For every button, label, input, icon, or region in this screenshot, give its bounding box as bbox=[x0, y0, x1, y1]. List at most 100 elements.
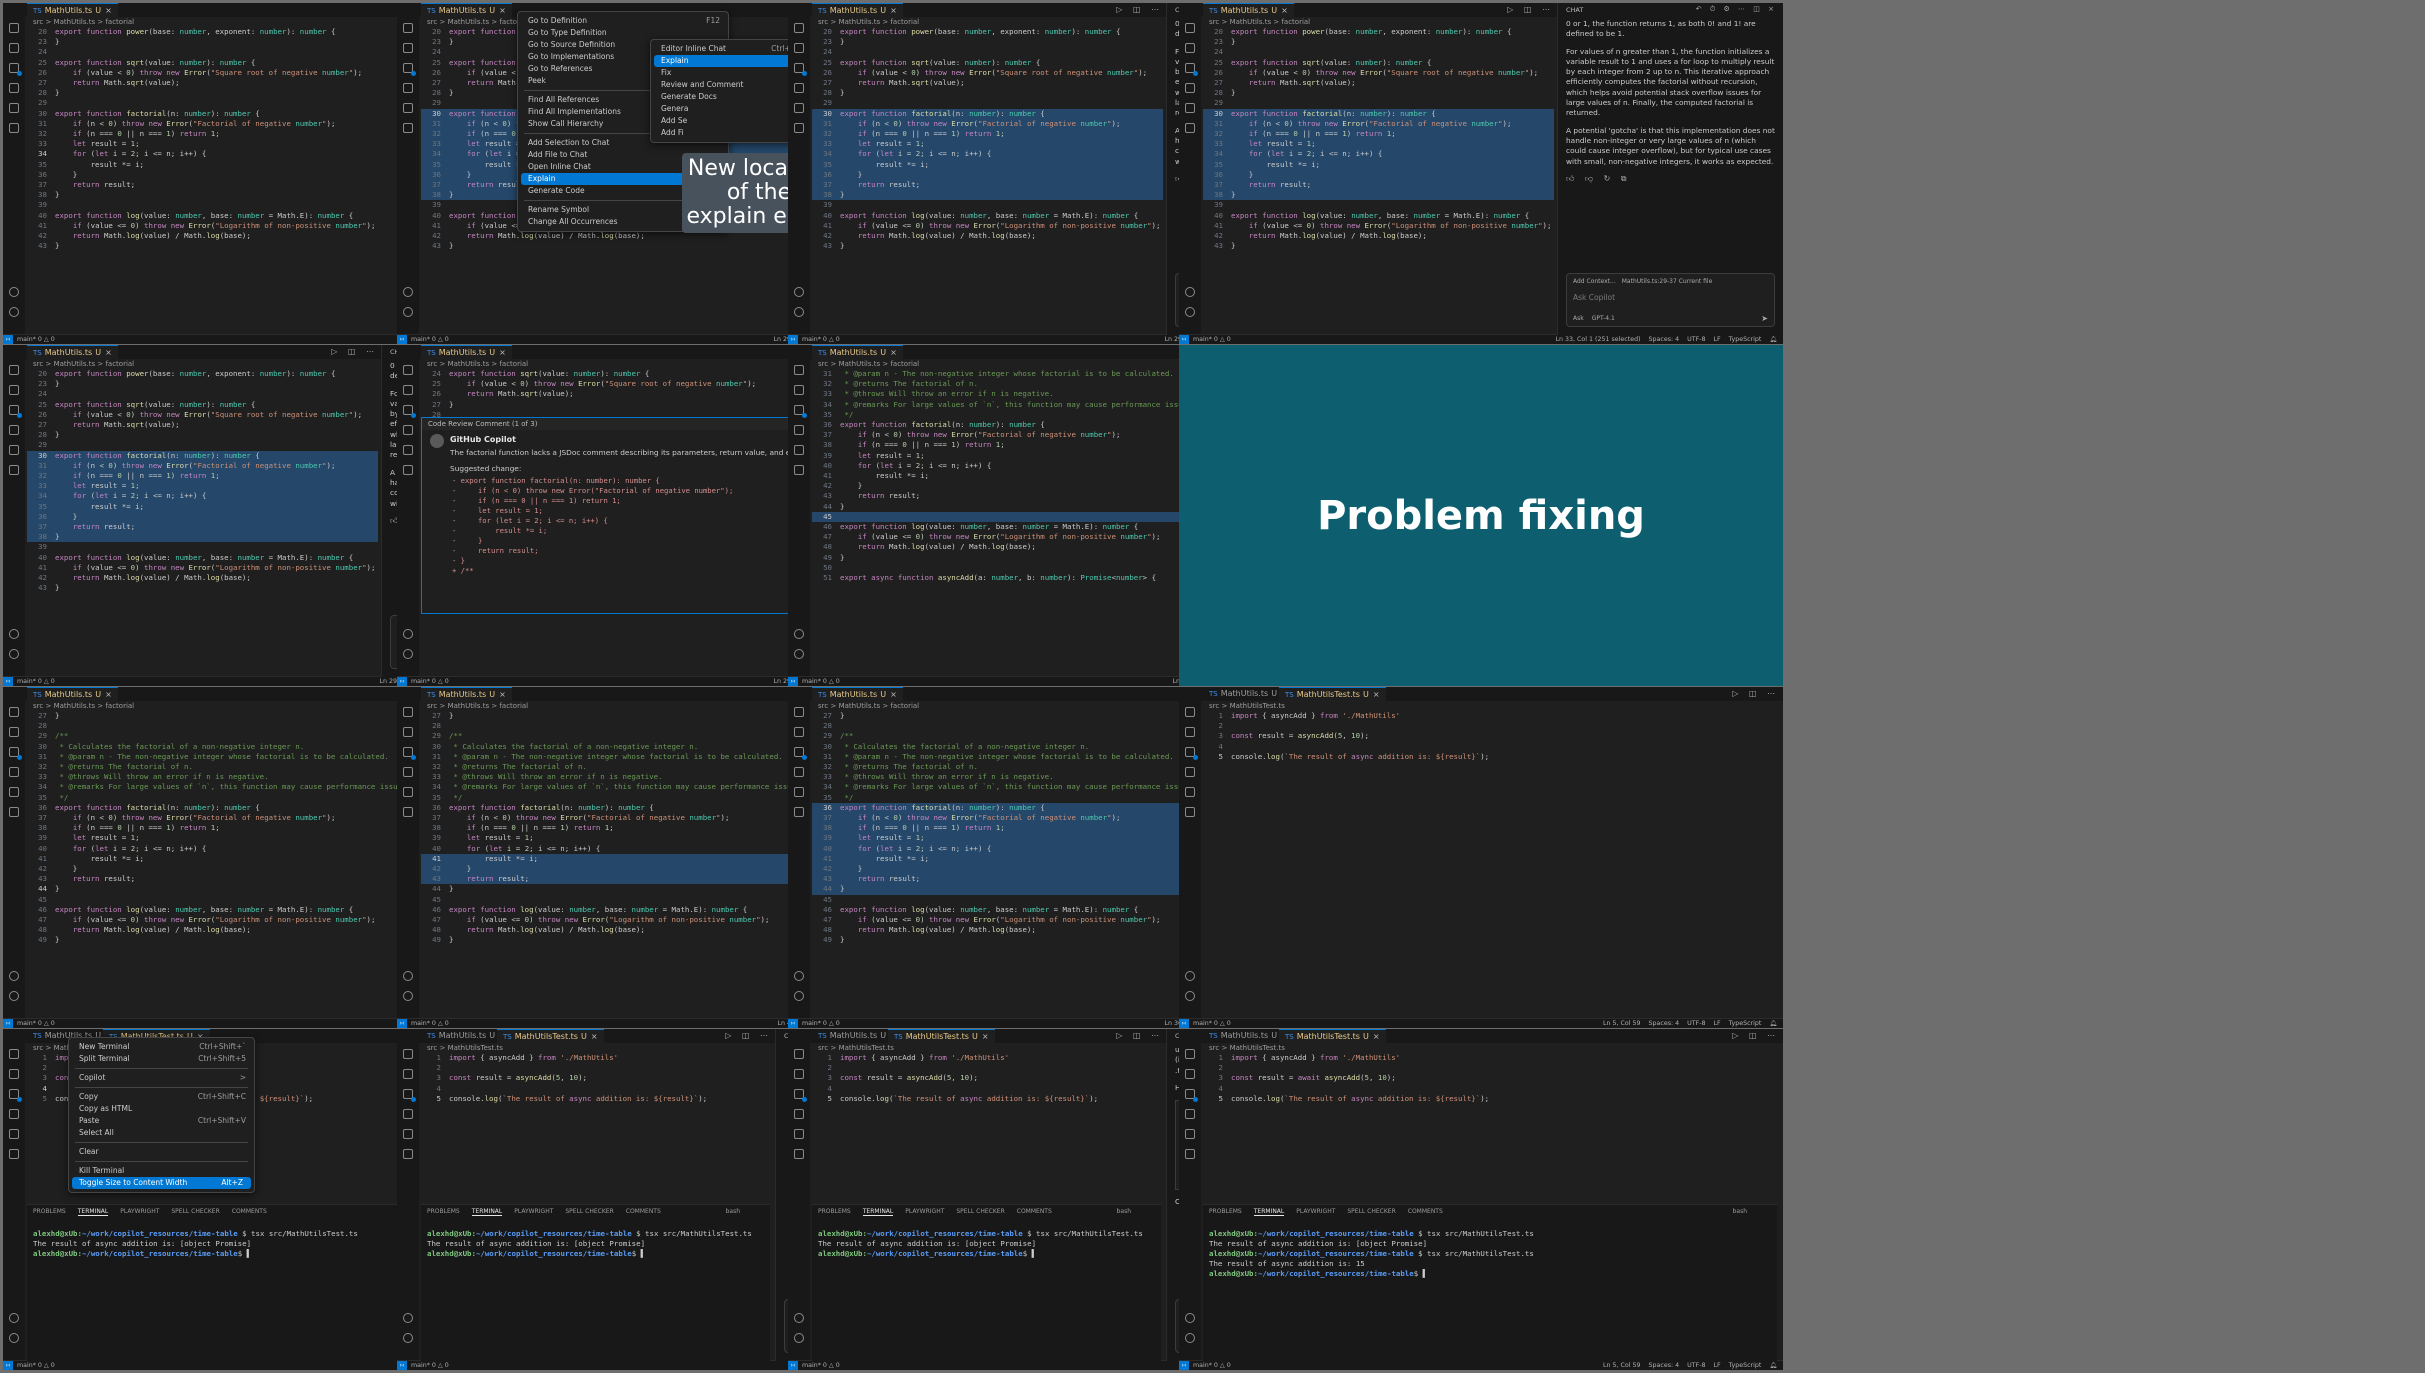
breadcrumb-symbol[interactable]: factorial bbox=[890, 702, 919, 710]
tab-mathutils[interactable]: TSMathUtils.tsU× bbox=[421, 687, 512, 701]
manage-gear-icon[interactable] bbox=[1185, 307, 1195, 317]
remote-indicator-icon[interactable]: ›‹ bbox=[1179, 1019, 1189, 1028]
chat-input-field[interactable]: Ask Copilot bbox=[1573, 293, 1615, 302]
source-control-icon[interactable] bbox=[794, 405, 807, 418]
branch-status[interactable]: main* bbox=[17, 1362, 36, 1369]
menu-item[interactable]: Fix bbox=[651, 67, 801, 79]
account-icon[interactable] bbox=[9, 287, 19, 297]
status-spaces[interactable]: Spaces: 4 bbox=[1649, 336, 1680, 343]
editor-actions[interactable]: ▷ ◫ ⋯ bbox=[1116, 3, 1163, 17]
testing-icon[interactable] bbox=[403, 465, 413, 475]
explorer-icon[interactable] bbox=[403, 1049, 413, 1059]
breadcrumb-symbol[interactable]: factorial bbox=[890, 18, 919, 26]
run-debug-icon[interactable] bbox=[794, 767, 804, 777]
remote-indicator-icon[interactable]: ›‹ bbox=[3, 677, 13, 686]
manage-gear-icon[interactable] bbox=[1185, 1333, 1195, 1343]
explorer-icon[interactable] bbox=[9, 365, 19, 375]
panel-tab-playwright[interactable]: PLAYWRIGHT bbox=[1296, 1208, 1335, 1215]
manage-gear-icon[interactable] bbox=[794, 1333, 804, 1343]
extensions-icon[interactable] bbox=[794, 1129, 804, 1139]
search-icon[interactable] bbox=[403, 43, 413, 53]
run-debug-icon[interactable] bbox=[794, 83, 804, 93]
close-icon[interactable]: × bbox=[499, 348, 506, 357]
tab-mathutils[interactable]: TSMathUtils.tsU× bbox=[27, 3, 118, 17]
source-control-icon[interactable] bbox=[9, 405, 22, 418]
cursor-position[interactable]: Ln 5, Col 59 bbox=[1603, 1362, 1641, 1369]
problems-status[interactable]: 0 △ 0 bbox=[1214, 1362, 1231, 1369]
breadcrumb[interactable]: src > MathUtilsTest.ts bbox=[1209, 1044, 1285, 1052]
extensions-icon[interactable] bbox=[1185, 1129, 1195, 1139]
account-icon[interactable] bbox=[403, 287, 413, 297]
editor-actions[interactable]: ▷ ◫ ⋯ bbox=[1732, 687, 1779, 701]
search-icon[interactable] bbox=[1185, 1069, 1195, 1079]
run-debug-icon[interactable] bbox=[403, 767, 413, 777]
remote-indicator-icon[interactable]: ›‹ bbox=[3, 335, 13, 344]
close-icon[interactable]: × bbox=[591, 1032, 598, 1041]
explorer-icon[interactable] bbox=[403, 365, 413, 375]
menu-item[interactable]: Explain bbox=[654, 55, 798, 67]
search-icon[interactable] bbox=[9, 43, 19, 53]
breadcrumb-file[interactable]: MathUtilsTest.ts bbox=[1230, 1044, 1285, 1052]
branch-status[interactable]: main* bbox=[411, 336, 430, 343]
status-enc[interactable]: UTF-8 bbox=[1687, 336, 1705, 343]
source-control-icon[interactable] bbox=[794, 63, 807, 76]
source-control-icon[interactable] bbox=[1185, 63, 1198, 76]
run-debug-icon[interactable] bbox=[9, 1109, 19, 1119]
panel-tab-playwright[interactable]: PLAYWRIGHT bbox=[120, 1208, 159, 1215]
menu-item[interactable]: Editor Inline Chat Ctrl+I bbox=[651, 43, 801, 55]
chat-feedback[interactable]: 👍︎ 👎︎ ↻ ⧉ bbox=[1566, 174, 1775, 184]
breadcrumb[interactable]: src > MathUtils.ts > factorial bbox=[1209, 18, 1310, 26]
account-icon[interactable] bbox=[1185, 1313, 1195, 1323]
search-icon[interactable] bbox=[1185, 727, 1195, 737]
source-control-icon[interactable] bbox=[9, 747, 22, 760]
current-file-chip[interactable]: MathUtils.ts:29-37 Current file bbox=[1622, 278, 1713, 285]
breadcrumb-file[interactable]: MathUtilsTest.ts bbox=[448, 1044, 503, 1052]
branch-status[interactable]: main* bbox=[17, 336, 36, 343]
panel-tab-playwright[interactable]: PLAYWRIGHT bbox=[905, 1208, 944, 1215]
remote-indicator-icon[interactable]: ›‹ bbox=[397, 1019, 407, 1028]
remote-indicator-icon[interactable]: ›‹ bbox=[397, 677, 407, 686]
breadcrumb-symbol[interactable]: factorial bbox=[890, 360, 919, 368]
problems-status[interactable]: 0 △ 0 bbox=[38, 336, 55, 343]
breadcrumb-symbol[interactable]: factorial bbox=[499, 702, 528, 710]
branch-status[interactable]: main* bbox=[1193, 336, 1212, 343]
bell-icon[interactable]: 🔔︎ bbox=[1769, 1020, 1777, 1027]
mode-select[interactable]: Ask bbox=[1573, 315, 1584, 322]
terminal-output[interactable]: alexhd@xUb:~/work/copilot_resources/time… bbox=[33, 1229, 358, 1259]
panel-tab-comments[interactable]: COMMENTS bbox=[1017, 1208, 1052, 1215]
explorer-icon[interactable] bbox=[794, 1049, 804, 1059]
problems-status[interactable]: 0 △ 0 bbox=[823, 678, 840, 685]
breadcrumb-file[interactable]: MathUtils.ts bbox=[448, 702, 490, 710]
breadcrumb-file[interactable]: MathUtilsTest.ts bbox=[1230, 702, 1285, 710]
extensions-icon[interactable] bbox=[9, 787, 19, 797]
problems-status[interactable]: 0 △ 0 bbox=[823, 336, 840, 343]
manage-gear-icon[interactable] bbox=[403, 1333, 413, 1343]
source-control-icon[interactable] bbox=[403, 1089, 416, 1102]
account-icon[interactable] bbox=[1185, 287, 1195, 297]
testing-icon[interactable] bbox=[403, 123, 413, 133]
breadcrumb-src[interactable]: src bbox=[33, 1044, 43, 1052]
terminal-output[interactable]: alexhd@xUb:~/work/copilot_resources/time… bbox=[818, 1229, 1143, 1259]
account-icon[interactable] bbox=[1185, 971, 1195, 981]
remote-indicator-icon[interactable]: ›‹ bbox=[3, 1019, 13, 1028]
branch-status[interactable]: main* bbox=[802, 1362, 821, 1369]
account-icon[interactable] bbox=[403, 971, 413, 981]
status-spaces[interactable]: Spaces: 4 bbox=[1649, 1362, 1680, 1369]
panel-tab-problems[interactable]: PROBLEMS bbox=[818, 1208, 851, 1215]
menu-item[interactable]: Toggle Size to Content Width Alt+Z bbox=[72, 1177, 251, 1189]
extensions-icon[interactable] bbox=[1185, 103, 1195, 113]
run-debug-icon[interactable] bbox=[403, 425, 413, 435]
close-icon[interactable]: × bbox=[105, 6, 112, 15]
explorer-icon[interactable] bbox=[403, 707, 413, 717]
extensions-icon[interactable] bbox=[403, 103, 413, 113]
breadcrumb-src[interactable]: src bbox=[1209, 1044, 1219, 1052]
close-icon[interactable]: × bbox=[105, 348, 112, 357]
branch-status[interactable]: main* bbox=[1193, 1020, 1212, 1027]
remote-indicator-icon[interactable]: ›‹ bbox=[788, 335, 798, 344]
close-icon[interactable]: × bbox=[105, 690, 112, 699]
tab-mathutils[interactable]: TSMathUtils.tsU× bbox=[1203, 3, 1294, 17]
chat-mode-model[interactable]: Ask GPT-4.1 bbox=[1573, 315, 1615, 322]
menu-item[interactable]: Copy Ctrl+Shift+C bbox=[69, 1091, 254, 1103]
testing-icon[interactable] bbox=[1185, 123, 1195, 133]
search-icon[interactable] bbox=[9, 1069, 19, 1079]
